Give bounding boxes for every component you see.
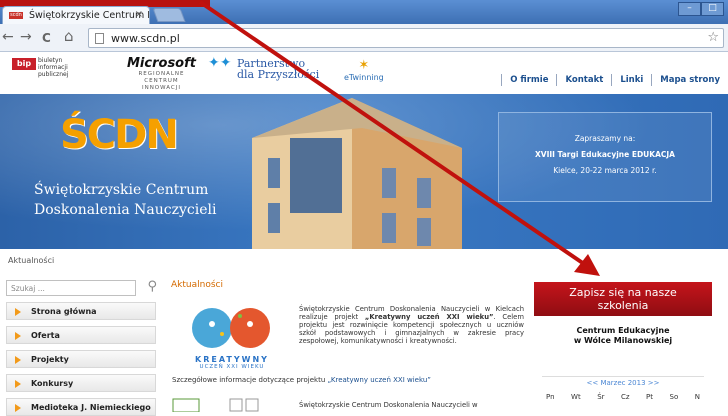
back-icon[interactable]: ← [2, 29, 14, 45]
banner-title: Świętokrzyskie Centrum Doskonalenia Nauc… [34, 180, 216, 220]
window-controls: – □ [678, 2, 724, 16]
bip-logo[interactable]: bip biuletyn informacji publicznej [12, 57, 90, 86]
microsoft-sub3: INNOWACJI [141, 85, 182, 91]
maximize-button[interactable]: □ [701, 2, 724, 16]
para1-bold: „Kreatywny uczeń XXI wieku” [364, 313, 494, 321]
forward-icon[interactable]: → [20, 29, 32, 45]
microsoft-logo[interactable]: Microsoft REGIONALNE CENTRUM INNOWACJI [127, 56, 196, 92]
calendar-month[interactable]: << Marzec 2013 >> [542, 376, 704, 387]
zapisz-banner[interactable]: Zapisz się na nasze szkolenia [534, 282, 712, 316]
address-bar[interactable]: www.scdn.pl ☆ [88, 28, 724, 48]
right-column: Zapisz się na nasze szkolenia Centrum Ed… [534, 282, 712, 401]
bookmark-star-icon[interactable]: ☆ [707, 30, 719, 45]
kub-logo-line1: KREATYWNY [195, 355, 269, 364]
left-sidebar: Szukaj ... ⚲ Strona główna Oferta Projek… [6, 279, 157, 416]
tab-title: Świętokrzyskie Centrum D [29, 10, 150, 21]
scdn-logo: ŚCDN [60, 112, 179, 158]
web-page: bip biuletyn informacji publicznej Micro… [0, 52, 728, 416]
news-paragraph-1: Świętokrzyskie Centrum Doskonalenia Nauc… [299, 305, 524, 345]
heads-icon [192, 308, 270, 348]
home-icon[interactable]: ⌂ [64, 27, 74, 45]
centrum-line1: Centrum Edukacyjne [576, 326, 670, 335]
menu-linki[interactable]: Linki [611, 74, 651, 86]
content-heading: Aktualności [171, 280, 223, 290]
bip-text-line2: informacji publicznej [38, 64, 69, 78]
news-paragraph-2: Świętokrzyskie Centrum Doskonalenia Nauc… [299, 401, 478, 409]
sidebar-item-konkursy[interactable]: Konkursy [6, 374, 156, 392]
weekday: Pt [646, 393, 654, 401]
stars-icon: ✦✦ [208, 55, 232, 71]
kreatywny-logo[interactable]: KREATYWNY UCZEŃ XXI WIEKU [172, 302, 292, 370]
search-input[interactable]: Szukaj ... ⚲ [6, 279, 157, 296]
sidebar-item-oferta[interactable]: Oferta [6, 326, 156, 344]
zapisz-line1: Zapisz się na nasze [569, 286, 677, 299]
sidebar-item-medioteka[interactable]: Medioteka J. Niemieckiego [6, 398, 156, 416]
browser-toolbar: ← → C ⌂ www.scdn.pl ☆ [0, 24, 728, 52]
favicon-icon: scdn [9, 12, 23, 19]
search-placeholder: Szukaj ... [11, 284, 45, 293]
zapisz-line2: szkolenia [597, 299, 649, 312]
breadcrumb: Aktualności [8, 256, 55, 265]
menu-kontakt[interactable]: Kontakt [556, 74, 611, 86]
header-logos: bip biuletyn informacji publicznej Micro… [0, 52, 728, 94]
etwinning-logo[interactable]: ✶ eTwinning [344, 58, 384, 82]
bip-badge: bip [12, 58, 36, 70]
partnerstwo-logo[interactable]: ✦✦ Partnerstwo dla Przyszłości [208, 55, 320, 81]
minimize-button[interactable]: – [678, 2, 701, 16]
page-icon [95, 33, 104, 44]
building-image [252, 98, 462, 249]
browser-titlebar: scdn Świętokrzyskie Centrum D × – □ [0, 0, 728, 24]
bip-text-line1: biuletyn [38, 57, 63, 64]
header-banner: ŚCDN Świętokrzyskie Centrum Doskonalenia… [0, 94, 728, 249]
thumbnail-icons [172, 398, 259, 412]
url-text: www.scdn.pl [111, 32, 180, 45]
promo-box[interactable]: Zapraszamy na: XVIII Targi Edukacyjne ED… [498, 112, 712, 202]
more-info: Szczegółowe informacje dotyczące projekt… [172, 376, 431, 384]
search-icon[interactable]: ⚲ [147, 279, 157, 294]
weekday: N [694, 393, 700, 401]
main-content: Aktualności KREATYWNY UCZEŃ XXI WIEKU Św… [171, 280, 524, 412]
menu-o-firmie[interactable]: O firmie [501, 74, 556, 86]
more-info-link[interactable]: „Kreatywny uczeń XXI wieku” [328, 376, 431, 384]
partnerstwo-line2: dla Przyszłości [236, 68, 320, 81]
sidebar-item-strona-glowna[interactable]: Strona główna [6, 302, 156, 320]
more-info-text: Szczegółowe informacje dotyczące projekt… [172, 376, 328, 384]
new-tab-button[interactable] [152, 8, 186, 22]
weekday: Cz [621, 393, 630, 401]
microsoft-sub2: CENTRUM [144, 78, 179, 84]
calendar-weekdays: Pn Wt Śr Cz Pt So N [542, 393, 704, 401]
weekday: Wt [571, 393, 581, 401]
promo-line1: Zapraszamy na: [574, 134, 636, 143]
etwinning-figure-icon: ✶ [358, 58, 370, 73]
menu-mapa-strony[interactable]: Mapa strony [651, 74, 728, 86]
centrum-line2: w Wólce Milanowskiej [573, 336, 673, 345]
bip-text: biuletyn informacji publicznej [38, 57, 90, 78]
microsoft-word: Microsoft [127, 56, 196, 71]
weekday: Śr [597, 393, 605, 401]
microsoft-sub1: REGIONALNE [138, 71, 185, 77]
banner-title-line2: Doskonalenia Nauczycieli [34, 202, 217, 218]
centrum-link[interactable]: Centrum Edukacyjne w Wólce Milanowskiej [534, 326, 712, 346]
promo-line3: Kielce, 20-22 marca 2012 r. [553, 166, 657, 175]
banner-title-line1: Świętokrzyskie Centrum [34, 182, 209, 198]
etwinning-text: eTwinning [344, 73, 384, 82]
weekday: Pn [546, 393, 555, 401]
weekday: So [669, 393, 679, 401]
top-menu: O firmie Kontakt Linki Mapa strony [501, 74, 728, 86]
tab-close-icon[interactable]: × [135, 9, 143, 20]
promo-line2: XVIII Targi Edukacyjne EDUKACJA [534, 150, 675, 159]
sidebar-item-projekty[interactable]: Projekty [6, 350, 156, 368]
browser-tab[interactable]: scdn Świętokrzyskie Centrum D × [2, 6, 150, 24]
reload-icon[interactable]: C [42, 31, 51, 45]
calendar: << Marzec 2013 >> Pn Wt Śr Cz Pt So N [542, 376, 704, 401]
kub-logo-line2: UCZEŃ XXI WIEKU [199, 364, 265, 370]
